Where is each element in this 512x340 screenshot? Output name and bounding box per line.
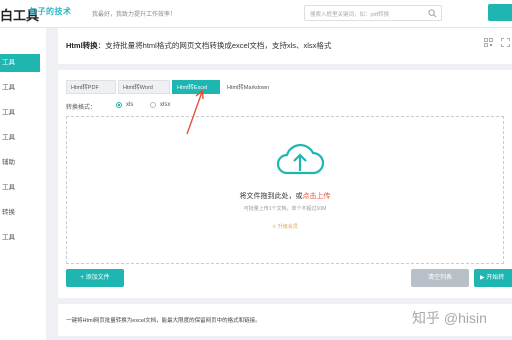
search-placeholder: 搜索入框里关键词，如：pdf转换 bbox=[310, 12, 390, 18]
drop-instruction-text: 将文件拖到此处，或 bbox=[239, 193, 303, 200]
tool-title: Html转换：支持批量将html格式的网页文档转换成excel文档，支持xls、… bbox=[66, 40, 331, 51]
search-input[interactable]: 搜索入框里关键词，如：pdf转换 bbox=[304, 5, 442, 21]
qrcode-icon[interactable] bbox=[484, 38, 493, 47]
upgrade-vip-link[interactable]: ♕ 升级会员 bbox=[67, 223, 503, 230]
annotation-arrow-icon bbox=[186, 89, 204, 135]
tool-title-bold: Html转换 bbox=[66, 41, 98, 50]
sidebar-item-1[interactable]: 工具 bbox=[0, 54, 40, 72]
sidebar-item-5[interactable]: 辅助 bbox=[0, 154, 46, 172]
top-action-button[interactable] bbox=[488, 4, 512, 21]
tool-title-card: Html转换：支持批量将html格式的网页文档转换成excel文档，支持xls、… bbox=[58, 28, 512, 64]
radio-xls-label: xls bbox=[126, 102, 134, 108]
upload-limit-note: 可批量上传1个文档，单个不超过10M bbox=[243, 206, 327, 212]
fullscreen-icon[interactable] bbox=[501, 38, 510, 47]
sidebar-item-4[interactable]: 工具 bbox=[0, 129, 46, 147]
tab-html-to-pdf[interactable]: Html转PDF bbox=[66, 80, 116, 94]
add-file-button[interactable]: + 添加文件 bbox=[66, 269, 124, 287]
sidebar-item-6[interactable]: 工具 bbox=[0, 179, 46, 197]
radio-xlsx-label: xlsx bbox=[160, 102, 171, 108]
sidebar-item-8[interactable]: 工具 bbox=[0, 229, 46, 247]
start-convert-button[interactable]: ▶ 开始转 bbox=[474, 269, 512, 287]
tab-html-to-markdown[interactable]: Html转Markdown bbox=[222, 80, 282, 94]
tool-title-description: ：支持批量将html格式的网页文档转换成excel文档，支持xls、xlsx格式 bbox=[97, 41, 332, 50]
top-bar: 白工具 包子的技术 我最好，我致力提升工作效率！ 搜索入框里关键词，如：pdf转… bbox=[0, 0, 512, 28]
search-icon[interactable] bbox=[428, 9, 437, 18]
tool-description: 一键将Html网页批量转换为excel文档，能最大限度的保留网页中的格式和链接。 bbox=[66, 318, 261, 324]
radio-xlsx[interactable] bbox=[150, 102, 156, 108]
clear-list-button[interactable]: 清空列表 bbox=[411, 269, 469, 287]
cloud-upload-icon bbox=[276, 143, 325, 175]
logo-subtitle: 包子的技术 bbox=[29, 7, 72, 16]
drop-instruction: 将文件拖到此处，或点击上传 bbox=[67, 191, 503, 201]
click-upload-link[interactable]: 点击上传 bbox=[303, 193, 331, 200]
radio-xls[interactable] bbox=[116, 102, 122, 108]
upload-drop-zone[interactable]: 将文件拖到此处，或点击上传 可批量上传1个文档，单个不超过10M ♕ 升级会员 bbox=[66, 116, 504, 264]
slogan: 我最好，我致力提升工作效率！ bbox=[92, 12, 177, 18]
upgrade-vip-label: 升级会员 bbox=[277, 224, 298, 230]
sidebar-item-7[interactable]: 转换 bbox=[0, 204, 46, 222]
sidebar: 工具 工具 工具 工具 辅助 工具 转换 工具 bbox=[0, 28, 46, 340]
sidebar-item-3[interactable]: 工具 bbox=[0, 104, 46, 122]
sidebar-item-2[interactable]: 工具 bbox=[0, 79, 46, 97]
tab-html-to-word[interactable]: Html转Word bbox=[118, 80, 170, 94]
watermark: 知乎 @hisin bbox=[412, 310, 487, 326]
format-label: 转换格式： bbox=[66, 105, 97, 111]
converter-panel: Html转PDF Html转Word Html转Excel Html转Markd… bbox=[58, 70, 512, 298]
